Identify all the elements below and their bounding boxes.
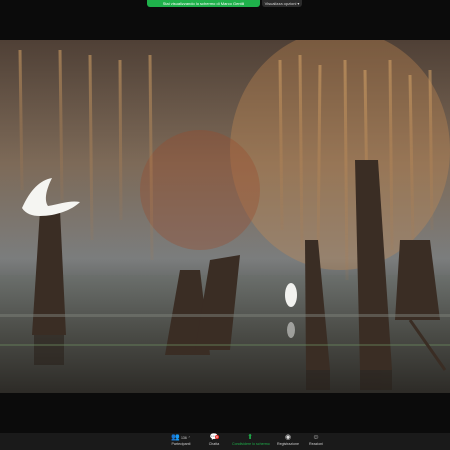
share-screen-button[interactable]: ⬆ Condividere lo schermo (232, 434, 270, 449)
participants-icon: 👥136⌃ (171, 434, 191, 441)
share-screen-label: Condividere lo schermo (232, 442, 270, 446)
chat-label: Chatta (208, 442, 220, 446)
chevron-down-icon: ⌃ (187, 436, 191, 440)
chevron-down-icon: ▾ (297, 1, 300, 6)
reactions-label: Reazioni (309, 442, 323, 446)
reactions-button[interactable]: ☺ Reazioni (298, 434, 334, 449)
participants-label: Partecipanti (171, 442, 191, 446)
share-banner-label: Stai visualizzando lo schermo di Marco G… (162, 1, 245, 6)
reactions-icon: ☺ (312, 434, 320, 441)
participants-button[interactable]: 👥136⌃ Partecipanti (163, 434, 199, 449)
view-options-label: Visualizza opzioni (264, 1, 297, 6)
swamp-photo (0, 40, 450, 393)
share-banner[interactable]: Stai visualizzando lo schermo di Marco G… (147, 0, 260, 7)
meeting-toolbar: 👥136⌃ Partecipanti 💬 8 Chatta ⬆ Condivid… (0, 433, 450, 450)
participants-count: 136 (180, 436, 187, 440)
view-options-button[interactable]: Visualizza opzioni▾ (262, 0, 302, 7)
chat-icon: 💬 (209, 434, 219, 441)
chat-button[interactable]: 💬 8 Chatta (196, 434, 232, 449)
share-screen-icon: ⬆ (247, 434, 253, 441)
bottom-bar: 👥136⌃ Partecipanti 💬 8 Chatta ⬆ Condivid… (0, 393, 450, 450)
shared-screen-image (0, 40, 450, 393)
chat-badge: 8 (215, 435, 219, 439)
top-bar: Stai visualizzando lo schermo di Marco G… (0, 0, 450, 40)
